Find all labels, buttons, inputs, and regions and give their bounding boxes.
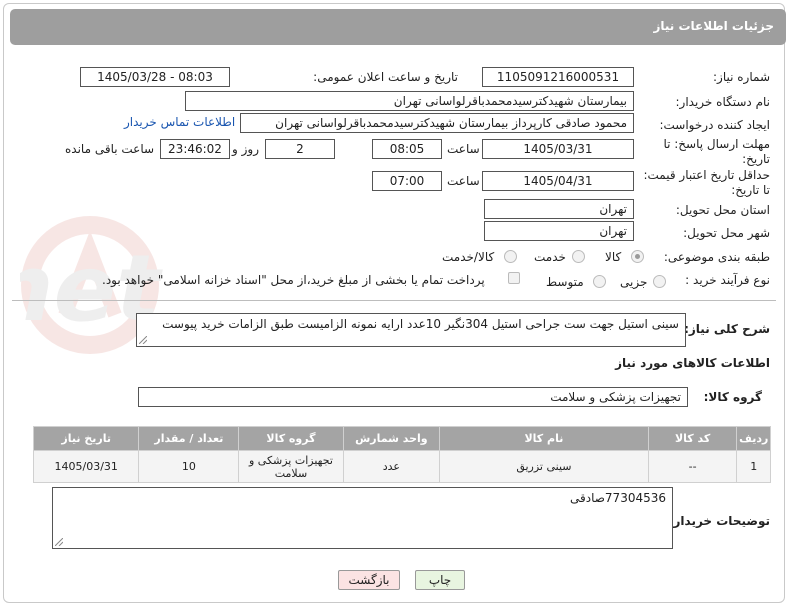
buyer-notes-text: 77304536صادقی [569,491,666,505]
col-date: تاریخ نیاز [32,426,140,451]
price-deadline-label: حداقل تاریخ اعتبار قیمت: [643,168,770,182]
goods-group-label: گروه کالا: [703,390,762,404]
resize-grip-icon[interactable] [55,538,63,546]
buyer-notes-label: توضیحات خریدار: [668,514,770,528]
process-option-partial: جزیی [620,275,648,289]
remaining-time-field: 23:46:02 [160,139,230,159]
price-time-label: ساعت [447,174,480,188]
cell-row: 1 [736,450,771,483]
goods-section-title: اطلاعات کالاهای مورد نیاز [615,356,770,370]
buyer-org-label: نام دستگاه خریدار: [675,95,771,109]
cell-code: -- [647,450,738,483]
back-button[interactable]: بازگشت [338,570,400,590]
reply-time-label: ساعت [447,142,480,156]
cell-group: تجهیزات پزشکی و سلامت [238,450,344,483]
table-row: 1 -- سینی تزریق عدد تجهیزات پزشکی و سلام… [32,450,771,483]
cell-qty: 10 [138,450,240,483]
col-group: گروه کالا [238,426,344,451]
buyer-contact-link[interactable]: اطلاعات تماس خریدار [124,115,235,129]
category-option-goods: کالا [605,250,622,264]
cell-unit: عدد [342,450,441,483]
goods-group-field: تجهیزات پزشکی و سلامت [138,387,688,407]
creator-field: محمود صادقی کارپرداز بیمارستان شهیدکترسی… [240,113,634,133]
resize-grip-icon[interactable] [139,336,147,344]
category-label: طبقه بندی موضوعی: [663,250,770,264]
price-date-field: 1405/04/31 [482,171,634,191]
cell-date: 1405/03/31 [32,450,140,483]
province-field: تهران [484,199,634,219]
buyer-notes-field: 77304536صادقی [52,487,673,549]
title-bar: جزئیات اطلاعات نیاز [10,9,786,45]
reply-time-field: 08:05 [372,139,442,159]
creator-label: ایجاد کننده درخواست: [659,118,770,132]
process-radio-medium[interactable] [593,275,606,288]
description-label: شرح کلی نیاز: [684,322,770,336]
announce-field: 1405/03/28 - 08:03 [80,67,230,87]
goods-table: ردیف کد کالا نام کالا واحد شمارش گروه کا… [32,426,771,483]
description-text: سینی استیل جهت ست جراحی استیل 304نگیر 10… [162,317,679,331]
col-code: کد کالا [647,426,738,451]
need-number-label: شماره نیاز: [713,70,770,84]
announce-label: تاریخ و ساعت اعلان عمومی: [313,70,458,84]
need-number-field: 1105091216000531 [482,67,634,87]
treasury-payment-checkbox[interactable] [508,272,520,284]
category-radio-goods[interactable] [631,250,644,263]
cell-name: سینی تزریق [439,450,649,483]
treasury-payment-note: پرداخت تمام یا بخشی از مبلغ خرید،از محل … [102,273,485,287]
page-title: جزئیات اطلاعات نیاز [653,19,774,33]
reply-date-field: 1405/03/31 [482,139,634,159]
process-label: نوع فرآیند خرید : [685,273,770,287]
category-option-service: خدمت [534,250,566,264]
days-label: روز و [232,142,259,156]
col-unit: واحد شمارش [342,426,441,451]
divider [12,300,776,301]
col-name: نام کالا [439,426,649,451]
price-deadline-label-2: تا تاریخ: [731,183,770,197]
category-option-both: کالا/خدمت [442,250,495,264]
city-label: شهر محل تحویل: [683,226,770,240]
goods-table-header: ردیف کد کالا نام کالا واحد شمارش گروه کا… [32,426,771,451]
province-label: استان محل تحویل: [675,203,770,217]
col-row: ردیف [736,426,771,451]
process-radio-partial[interactable] [653,275,666,288]
col-qty: تعداد / مقدار [138,426,240,451]
category-radio-both[interactable] [504,250,517,263]
reply-deadline-label: مهلت ارسال پاسخ: تا [663,137,770,151]
remaining-label: ساعت باقی مانده [65,142,155,156]
days-field: 2 [265,139,335,159]
process-option-medium: متوسط [546,275,584,289]
reply-deadline-label-2: تاریخ: [742,152,770,166]
buyer-org-field: بیمارستان شهیدکترسیدمحمدباقرلواسانی تهرا… [185,91,634,111]
city-field: تهران [484,221,634,241]
print-button[interactable]: چاپ [415,570,465,590]
description-field: سینی استیل جهت ست جراحی استیل 304نگیر 10… [136,313,686,347]
category-radio-service[interactable] [572,250,585,263]
price-time-field: 07:00 [372,171,442,191]
